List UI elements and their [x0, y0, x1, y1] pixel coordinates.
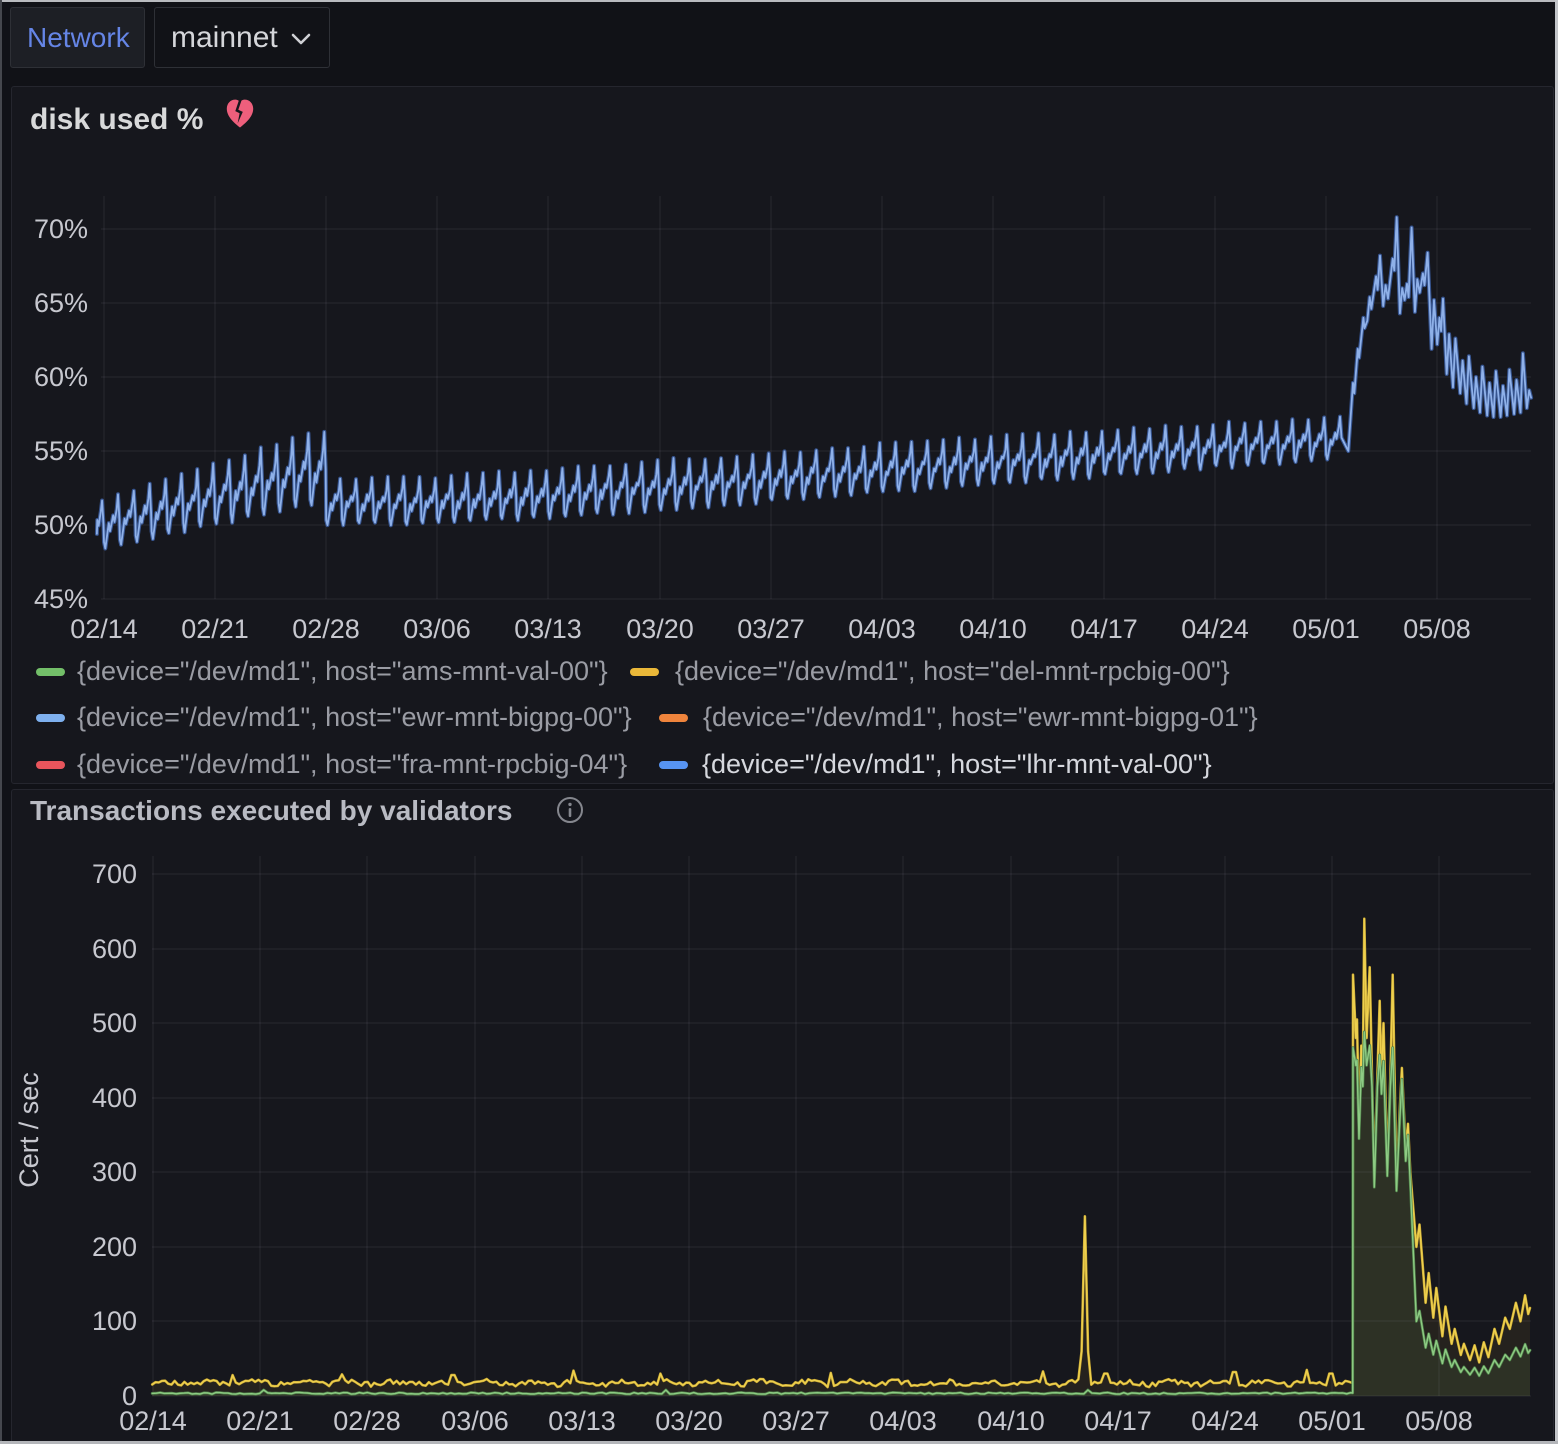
- svg-text:55%: 55%: [34, 436, 88, 466]
- svg-text:02/28: 02/28: [333, 1406, 401, 1436]
- svg-text:03/13: 03/13: [548, 1406, 616, 1436]
- svg-text:04/24: 04/24: [1181, 614, 1249, 644]
- svg-text:05/01: 05/01: [1292, 614, 1360, 644]
- svg-text:100: 100: [92, 1306, 137, 1336]
- svg-text:04/24: 04/24: [1191, 1406, 1259, 1436]
- svg-text:50%: 50%: [34, 510, 88, 540]
- svg-text:03/20: 03/20: [655, 1406, 723, 1436]
- svg-text:05/01: 05/01: [1298, 1406, 1366, 1436]
- svg-text:04/17: 04/17: [1084, 1406, 1152, 1436]
- svg-text:04/10: 04/10: [959, 614, 1027, 644]
- svg-text:02/28: 02/28: [292, 614, 360, 644]
- svg-text:05/08: 05/08: [1403, 614, 1471, 644]
- svg-text:03/06: 03/06: [441, 1406, 509, 1436]
- svg-text:700: 700: [92, 859, 137, 889]
- svg-text:03/27: 03/27: [762, 1406, 830, 1436]
- svg-text:05/08: 05/08: [1405, 1406, 1473, 1436]
- svg-text:400: 400: [92, 1083, 137, 1113]
- svg-text:02/14: 02/14: [119, 1406, 187, 1436]
- svg-text:02/21: 02/21: [226, 1406, 294, 1436]
- svg-text:04/10: 04/10: [977, 1406, 1045, 1436]
- svg-text:03/06: 03/06: [403, 614, 471, 644]
- svg-text:04/03: 04/03: [848, 614, 916, 644]
- svg-text:04/03: 04/03: [869, 1406, 937, 1436]
- svg-text:Cert / sec: Cert / sec: [14, 1072, 44, 1188]
- svg-text:02/21: 02/21: [181, 614, 249, 644]
- svg-text:500: 500: [92, 1008, 137, 1038]
- svg-text:03/20: 03/20: [626, 614, 694, 644]
- svg-text:600: 600: [92, 934, 137, 964]
- svg-text:03/27: 03/27: [737, 614, 805, 644]
- svg-text:04/17: 04/17: [1070, 614, 1138, 644]
- svg-text:70%: 70%: [34, 214, 88, 244]
- svg-text:03/13: 03/13: [514, 614, 582, 644]
- svg-text:60%: 60%: [34, 362, 88, 392]
- svg-text:300: 300: [92, 1157, 137, 1187]
- svg-text:200: 200: [92, 1232, 137, 1262]
- svg-text:02/14: 02/14: [70, 614, 138, 644]
- svg-text:65%: 65%: [34, 288, 88, 318]
- svg-text:45%: 45%: [34, 584, 88, 614]
